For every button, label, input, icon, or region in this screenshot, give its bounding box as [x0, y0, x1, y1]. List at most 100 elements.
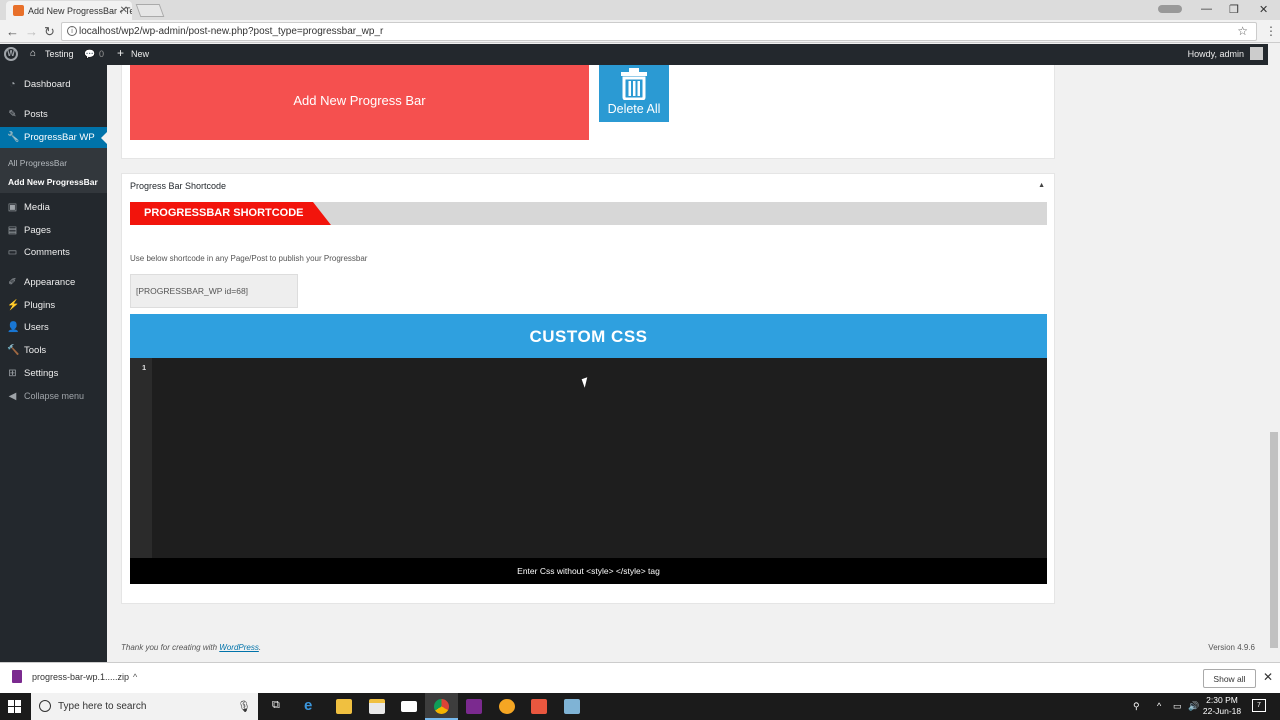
- settings-icon: ⊞: [8, 368, 17, 379]
- shortcode-field[interactable]: [PROGRESSBAR_WP id=68]: [130, 274, 298, 308]
- taskbar-search-box[interactable]: Type here to search 🎙: [31, 693, 258, 720]
- browser-tab-strip: Add New ProgressBar ‹ Te ✕ — ❐ ✕: [0, 0, 1280, 20]
- plus-icon: +: [117, 46, 125, 60]
- download-item[interactable]: progress-bar-wp.1.....zip: [12, 670, 129, 683]
- sidebar-item-pages[interactable]: ▤ Pages: [0, 220, 107, 241]
- css-code-editor[interactable]: 1: [130, 358, 1047, 558]
- sidebar-item-label: Dashboard: [24, 79, 71, 90]
- comments-icon[interactable]: 💬: [84, 49, 95, 60]
- sidebar-item-label: Media: [24, 202, 50, 213]
- sidebar-item-label: Tools: [24, 345, 47, 356]
- restore-icon[interactable]: ❐: [1229, 3, 1239, 16]
- sidebar-item-label: Settings: [24, 368, 59, 379]
- wp-admin-bar: W ⌂ Testing 💬 0 + New Howdy, admin: [0, 44, 1268, 65]
- sidebar-item-label: Users: [24, 322, 49, 333]
- minimize-icon[interactable]: —: [1201, 3, 1212, 15]
- site-name-link[interactable]: Testing: [45, 49, 74, 59]
- media-icon: ▣: [7, 202, 18, 213]
- panel-toggle-icon[interactable]: ▲: [1038, 182, 1045, 189]
- sidebar-item-plugins[interactable]: ⚡ Plugins: [0, 295, 107, 316]
- avatar[interactable]: [1250, 47, 1263, 60]
- custom-css-header: CUSTOM CSS: [130, 314, 1047, 358]
- wordpress-logo-icon[interactable]: W: [4, 47, 18, 61]
- trash-icon: [621, 68, 647, 100]
- site-info-icon[interactable]: i: [67, 26, 77, 36]
- browser-menu-icon[interactable]: ⋮: [1265, 24, 1277, 38]
- people-icon[interactable]: ⚲: [1133, 701, 1140, 712]
- recorder-icon[interactable]: [531, 699, 547, 714]
- app-icon[interactable]: [499, 699, 515, 714]
- bookmark-star-icon[interactable]: ☆: [1237, 24, 1248, 38]
- sidebar-item-dashboard[interactable]: ◔ Dashboard: [0, 74, 107, 95]
- scrollbar-thumb[interactable]: [1270, 432, 1278, 648]
- browser-tab[interactable]: Add New ProgressBar ‹ Te ✕: [6, 1, 132, 20]
- home-icon: ⌂: [30, 48, 37, 59]
- admin-footer-thanks: Thank you for creating with WordPress.: [121, 643, 261, 652]
- chrome-icon[interactable]: [434, 699, 449, 714]
- store-icon[interactable]: [369, 699, 385, 714]
- progressbar-actions-panel: Add New Progress Bar Delete All: [121, 65, 1055, 159]
- css-editor-hint: Enter Css without <style> </style> tag: [130, 558, 1047, 584]
- winrar-icon[interactable]: [466, 699, 482, 714]
- sidebar-item-comments[interactable]: ▭ Comments: [0, 242, 107, 263]
- edge-icon[interactable]: e: [304, 697, 320, 714]
- search-placeholder: Type here to search: [58, 701, 147, 712]
- sidebar-item-settings[interactable]: ⊞ Settings: [0, 363, 107, 384]
- tools-icon: 🔨: [7, 345, 20, 356]
- sidebar-item-progressbar[interactable]: 🔧 ProgressBar WP: [0, 127, 107, 148]
- window-close-icon[interactable]: ✕: [1259, 3, 1268, 16]
- mail-icon[interactable]: [401, 701, 417, 712]
- progressbar-submenu: All ProgressBar Add New ProgressBar: [0, 148, 107, 193]
- wordpress-link[interactable]: WordPress: [219, 643, 259, 652]
- back-icon[interactable]: ←: [6, 24, 19, 39]
- submenu-add-new-progressbar[interactable]: Add New ProgressBar: [8, 177, 98, 187]
- volume-icon[interactable]: 🔊: [1188, 701, 1199, 712]
- sidebar-item-label: Comments: [24, 247, 70, 258]
- dashboard-icon: ◔: [9, 79, 16, 90]
- task-view-icon[interactable]: ⧉: [272, 699, 280, 712]
- zip-file-icon: [12, 670, 22, 683]
- submenu-all-progressbar[interactable]: All ProgressBar: [8, 158, 67, 168]
- sidebar-item-users[interactable]: 👤 Users: [0, 317, 107, 338]
- tab-close-icon[interactable]: ✕: [120, 5, 128, 16]
- sidebar-item-media[interactable]: ▣ Media: [0, 197, 107, 218]
- file-explorer-icon[interactable]: [336, 699, 352, 714]
- plug-icon: ⚡: [7, 300, 20, 311]
- notepad-icon[interactable]: [564, 699, 580, 714]
- new-tab-button[interactable]: [135, 4, 165, 17]
- page-scrollbar[interactable]: [1268, 44, 1280, 662]
- sidebar-item-label: Collapse menu: [24, 391, 85, 401]
- reload-icon[interactable]: ↻: [44, 24, 55, 40]
- close-download-bar-icon[interactable]: ✕: [1263, 670, 1273, 684]
- windows-start-icon[interactable]: [8, 700, 22, 714]
- microphone-icon[interactable]: 🎙: [237, 700, 251, 713]
- profile-icon[interactable]: [1158, 5, 1182, 13]
- footer-text: Thank you for creating with: [121, 643, 220, 652]
- delete-all-button[interactable]: Delete All: [599, 65, 669, 122]
- collapse-menu-button[interactable]: ◀ Collapse menu: [0, 386, 107, 407]
- show-all-button[interactable]: Show all: [1203, 669, 1256, 688]
- clock-time: 2:30 PM: [1206, 695, 1238, 705]
- mouse-cursor-icon: [581, 377, 591, 388]
- sidebar-item-label: Pages: [24, 225, 51, 236]
- add-new-progress-bar-button[interactable]: Add New Progress Bar: [130, 65, 589, 140]
- network-icon[interactable]: ▭: [1173, 701, 1182, 712]
- section-header-bar: PROGRESSBAR SHORTCODE: [130, 202, 1047, 225]
- sidebar-item-appearance[interactable]: ✐ Appearance: [0, 272, 107, 293]
- address-bar[interactable]: i localhost/wp2/wp-admin/post-new.php?po…: [61, 22, 1257, 41]
- sidebar-item-posts[interactable]: ✎ Posts: [0, 104, 107, 125]
- comment-bubble-icon: ▭: [7, 247, 18, 258]
- tray-chevron-icon[interactable]: ^: [1157, 701, 1161, 711]
- collapse-arrow-icon: ◀: [8, 391, 17, 402]
- taskbar-clock[interactable]: 2:30 PM 22-Jun-18: [1199, 695, 1245, 717]
- chevron-up-icon[interactable]: ^: [133, 672, 137, 682]
- site-favicon-icon: [13, 5, 24, 16]
- notification-icon[interactable]: 7: [1252, 699, 1266, 712]
- delete-all-label: Delete All: [607, 102, 661, 116]
- forward-icon[interactable]: →: [25, 24, 38, 39]
- new-content-link[interactable]: New: [131, 49, 149, 59]
- download-shelf: progress-bar-wp.1.....zip ^ Show all ✕: [0, 662, 1280, 693]
- sidebar-item-tools[interactable]: 🔨 Tools: [0, 340, 107, 361]
- howdy-greeting[interactable]: Howdy, admin: [1188, 49, 1244, 59]
- editor-gutter: 1: [130, 358, 152, 558]
